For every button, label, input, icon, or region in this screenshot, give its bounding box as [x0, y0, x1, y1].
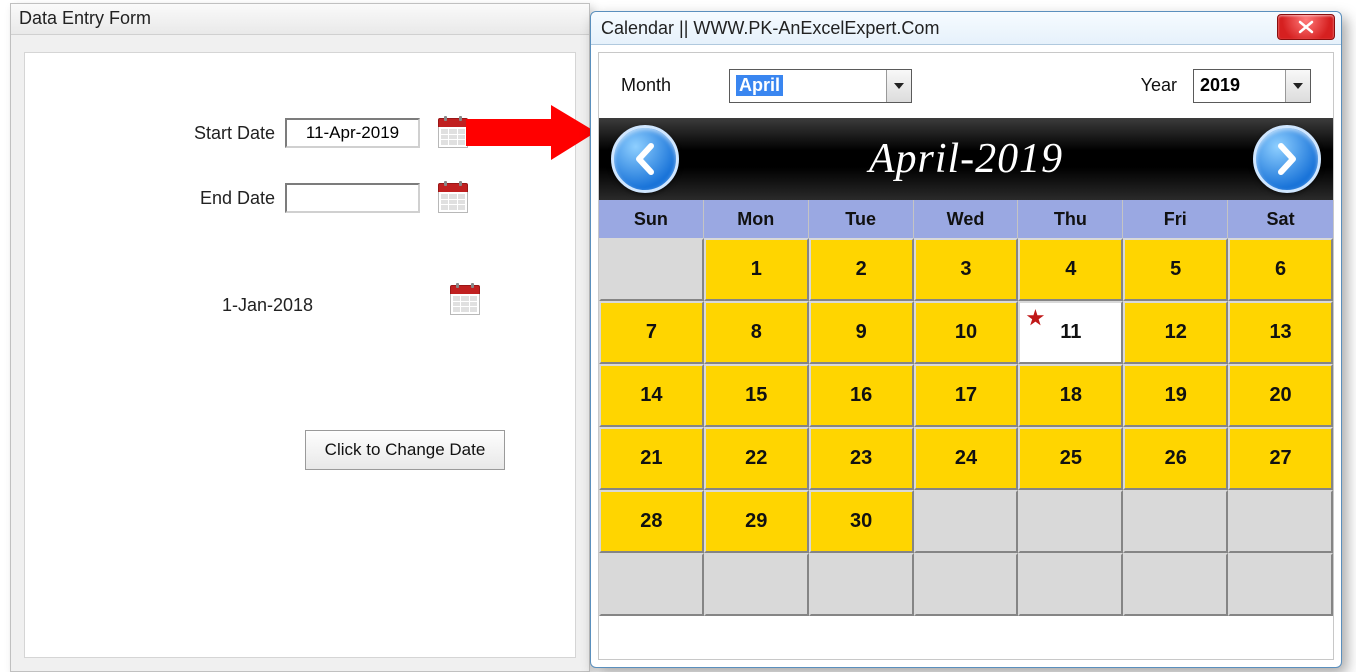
calendar-title: Calendar || WWW.PK-AnExcelExpert.Com	[591, 18, 939, 39]
day-cell[interactable]: 23	[809, 427, 914, 490]
day-cell[interactable]: 30	[809, 490, 914, 553]
calendar-icon[interactable]	[438, 183, 468, 213]
day-cell[interactable]: 16	[809, 364, 914, 427]
year-label: Year	[1141, 75, 1177, 96]
dow-mon: Mon	[704, 200, 809, 238]
end-date-label: End Date	[185, 188, 275, 209]
chevron-down-icon	[1285, 70, 1310, 102]
dow-tue: Tue	[809, 200, 914, 238]
day-cell[interactable]: 2	[809, 238, 914, 301]
day-cell	[1018, 490, 1123, 553]
day-cell[interactable]: 8	[704, 301, 809, 364]
day-cell[interactable]: 24	[914, 427, 1019, 490]
form-client-area: Start Date End Date 1-Jan-2018 Click to …	[24, 52, 576, 658]
day-cell[interactable]: 4	[1018, 238, 1123, 301]
day-cell[interactable]: 25	[1018, 427, 1123, 490]
day-cell[interactable]: 15	[704, 364, 809, 427]
day-grid: 1234567891011121314151617181920212223242…	[599, 238, 1333, 616]
static-date-text: 1-Jan-2018	[222, 295, 313, 316]
end-date-input[interactable]	[285, 183, 420, 213]
month-value: April	[736, 75, 783, 96]
day-cell[interactable]: 27	[1228, 427, 1333, 490]
prev-month-button[interactable]	[611, 125, 679, 193]
day-cell[interactable]: 26	[1123, 427, 1228, 490]
form-title: Data Entry Form	[19, 8, 151, 28]
chevron-left-icon	[631, 142, 659, 176]
day-cell[interactable]: 19	[1123, 364, 1228, 427]
day-cell[interactable]: 18	[1018, 364, 1123, 427]
start-date-row: Start Date	[185, 118, 468, 148]
month-label: Month	[621, 75, 671, 96]
calendar-window: Calendar || WWW.PK-AnExcelExpert.Com Mon…	[590, 11, 1342, 668]
calendar-titlebar: Calendar || WWW.PK-AnExcelExpert.Com	[591, 12, 1341, 45]
dow-sun: Sun	[599, 200, 704, 238]
day-cell[interactable]: 10	[914, 301, 1019, 364]
day-cell[interactable]: 1	[704, 238, 809, 301]
day-cell	[809, 553, 914, 616]
close-icon	[1297, 20, 1315, 34]
start-date-label: Start Date	[185, 123, 275, 144]
day-cell	[914, 490, 1019, 553]
day-cell	[1018, 553, 1123, 616]
start-date-input[interactable]	[285, 118, 420, 148]
day-cell	[1228, 490, 1333, 553]
day-cell	[914, 553, 1019, 616]
day-cell[interactable]: 9	[809, 301, 914, 364]
day-cell	[1123, 553, 1228, 616]
day-cell[interactable]: 7	[599, 301, 704, 364]
calendar-icon[interactable]	[450, 285, 480, 315]
form-titlebar: Data Entry Form	[11, 4, 589, 35]
day-cell[interactable]: 13	[1228, 301, 1333, 364]
day-cell	[1228, 553, 1333, 616]
day-cell[interactable]: 14	[599, 364, 704, 427]
day-cell	[599, 238, 704, 301]
dow-fri: Fri	[1123, 200, 1228, 238]
close-button[interactable]	[1277, 14, 1335, 40]
day-cell[interactable]: 6	[1228, 238, 1333, 301]
day-cell[interactable]: 28	[599, 490, 704, 553]
day-cell[interactable]: 22	[704, 427, 809, 490]
month-banner: April-2019	[599, 118, 1333, 200]
day-cell[interactable]: 20	[1228, 364, 1333, 427]
chevron-down-icon	[886, 70, 911, 102]
day-cell[interactable]: 17	[914, 364, 1019, 427]
day-cell[interactable]: 29	[704, 490, 809, 553]
calendar-client-area: Month April Year 2019 April-2019	[598, 52, 1334, 660]
change-date-button[interactable]: Click to Change Date	[305, 430, 505, 470]
day-cell[interactable]: 3	[914, 238, 1019, 301]
day-cell[interactable]: 5	[1123, 238, 1228, 301]
chevron-right-icon	[1273, 142, 1301, 176]
data-entry-form-window: Data Entry Form Start Date End Date 1-Ja…	[10, 3, 590, 672]
day-cell[interactable]: 11	[1018, 301, 1123, 364]
day-cell[interactable]: 21	[599, 427, 704, 490]
dow-sat: Sat	[1228, 200, 1333, 238]
day-cell	[599, 553, 704, 616]
year-value: 2019	[1200, 75, 1240, 96]
dow-wed: Wed	[914, 200, 1019, 238]
end-date-row: End Date	[185, 183, 468, 213]
day-cell[interactable]: 12	[1123, 301, 1228, 364]
dow-thu: Thu	[1018, 200, 1123, 238]
banner-title: April-2019	[679, 135, 1253, 183]
day-cell	[1123, 490, 1228, 553]
selector-row: Month April Year 2019	[599, 53, 1333, 118]
next-month-button[interactable]	[1253, 125, 1321, 193]
calendar-icon[interactable]	[438, 118, 468, 148]
year-combobox[interactable]: 2019	[1193, 69, 1311, 103]
day-cell	[704, 553, 809, 616]
dow-header: Sun Mon Tue Wed Thu Fri Sat	[599, 200, 1333, 238]
month-combobox[interactable]: April	[729, 69, 912, 103]
